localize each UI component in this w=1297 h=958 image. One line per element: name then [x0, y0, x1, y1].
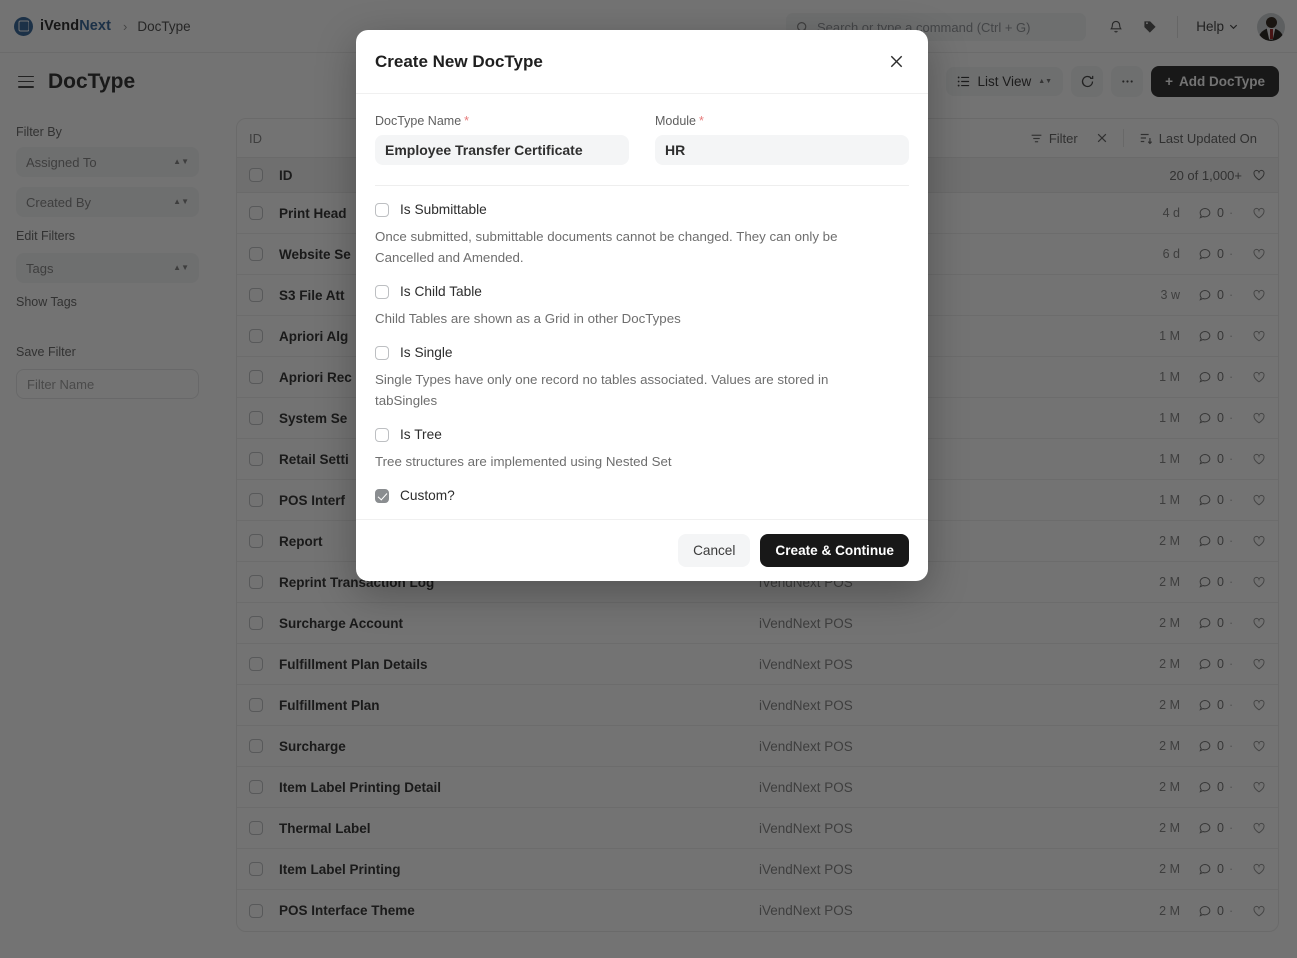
create-new-doctype-dialog: Create New DocType DocType Name * Employe…	[356, 30, 928, 581]
checkbox-description: Child Tables are shown as a Grid in othe…	[375, 311, 681, 326]
doctype-name-input[interactable]: Employee Transfer Certificate	[375, 135, 629, 165]
checkbox-label: Is Submittable	[400, 202, 487, 217]
checkbox-description: Tree structures are implemented using Ne…	[375, 454, 672, 469]
checkbox-group: Is Submittable Once submitted, submittabl…	[375, 202, 909, 268]
checkbox-group: Is Child Table Child Tables are shown as …	[375, 284, 909, 329]
checkbox-row[interactable]: Is Single	[375, 345, 909, 360]
checkbox-row[interactable]: Is Tree	[375, 427, 909, 442]
doctype-name-field: DocType Name * Employee Transfer Certific…	[375, 114, 629, 165]
dialog-checkbox-list: Is Submittable Once submitted, submittabl…	[375, 202, 909, 503]
module-value: HR	[665, 142, 686, 158]
checkbox-row[interactable]: Is Child Table	[375, 284, 909, 299]
module-label: Module *	[655, 114, 909, 128]
required-asterisk: *	[699, 114, 704, 128]
dialog-divider	[375, 185, 909, 186]
checkbox-is-single[interactable]	[375, 345, 389, 360]
checkbox-group: Is Single Single Types have only one reco…	[375, 345, 909, 411]
create-and-continue-button[interactable]: Create & Continue	[760, 534, 909, 567]
checkbox-group: Is Tree Tree structures are implemented u…	[375, 427, 909, 472]
doctype-name-value: Employee Transfer Certificate	[385, 142, 583, 158]
checkbox-row[interactable]: Custom?	[375, 488, 909, 503]
checkbox-row[interactable]: Is Submittable	[375, 202, 909, 217]
dialog-title: Create New DocType	[375, 51, 543, 71]
checkbox-custom[interactable]	[375, 488, 389, 503]
checkbox-label: Is Single	[400, 345, 453, 360]
dialog-form-row: DocType Name * Employee Transfer Certific…	[375, 114, 909, 165]
module-field: Module * HR	[655, 114, 909, 165]
close-icon	[890, 55, 902, 68]
checkbox-label: Is Tree	[400, 427, 442, 442]
module-input[interactable]: HR	[655, 135, 909, 165]
close-dialog-button[interactable]	[883, 49, 909, 75]
module-label-text: Module	[655, 114, 696, 128]
required-asterisk: *	[464, 114, 470, 128]
dialog-footer: Cancel Create & Continue	[356, 519, 928, 581]
checkbox-is-submittable[interactable]	[375, 202, 389, 217]
cancel-button[interactable]: Cancel	[678, 534, 751, 567]
checkbox-label: Is Child Table	[400, 284, 482, 299]
checkbox-group: Custom?	[375, 488, 909, 503]
dialog-body: DocType Name * Employee Transfer Certific…	[356, 94, 928, 519]
checkbox-is-tree[interactable]	[375, 427, 389, 442]
checkbox-description: Single Types have only one record no tab…	[375, 372, 829, 408]
app-root: iVendNext › DocType Search or type a com…	[0, 0, 1297, 958]
checkbox-label: Custom?	[400, 488, 455, 503]
doctype-name-label-text: DocType Name	[375, 114, 462, 128]
dialog-header: Create New DocType	[356, 30, 928, 94]
doctype-name-label: DocType Name *	[375, 114, 629, 128]
checkbox-is-child-table[interactable]	[375, 284, 389, 299]
checkbox-description: Once submitted, submittable documents ca…	[375, 229, 838, 265]
